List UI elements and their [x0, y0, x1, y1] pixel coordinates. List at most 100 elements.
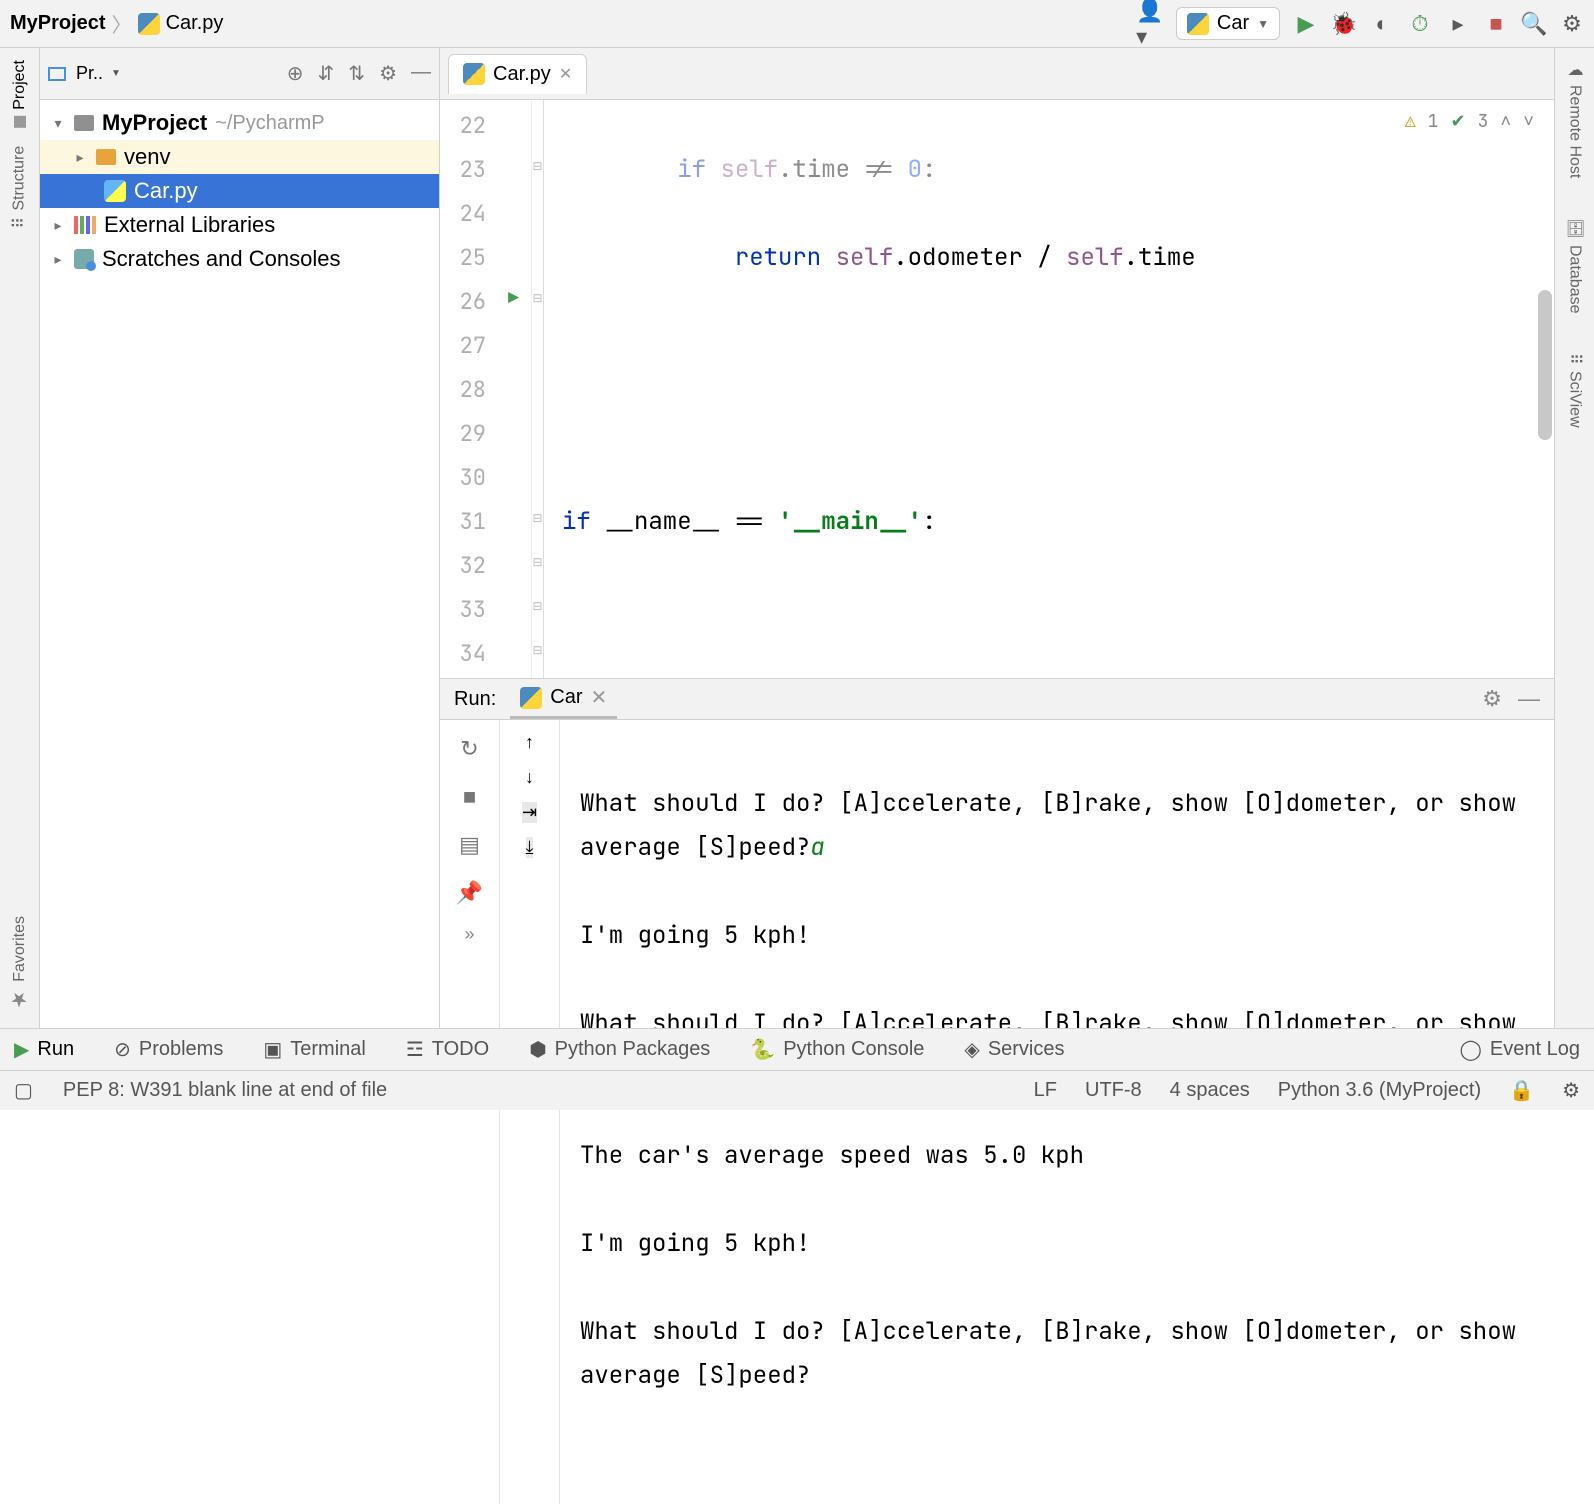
ide-settings-icon[interactable]: ⚙: [1562, 1078, 1580, 1103]
tree-external-libs[interactable]: External Libraries: [40, 208, 439, 242]
windows-icon[interactable]: ▢: [14, 1078, 33, 1103]
tool-database[interactable]: 🗄Database: [1565, 218, 1584, 313]
coverage-icon[interactable]: ◐: [1370, 12, 1394, 36]
close-icon[interactable]: ✕: [559, 64, 572, 84]
more-run-icon[interactable]: ▸: [1446, 12, 1470, 36]
status-interpreter[interactable]: Python 3.6 (MyProject): [1278, 1079, 1481, 1102]
right-tool-strip: ☁Remote Host 🗄Database ⠿SciView: [1554, 48, 1594, 1028]
editor-body[interactable]: 222324 252627 282930 313233 34 ▶ ⊟⊟ ⊟⊟⊟⊟…: [440, 100, 1554, 678]
bottom-problems[interactable]: ⊘Problems: [114, 1037, 223, 1062]
down-icon[interactable]: ↓: [525, 767, 534, 788]
tool-project[interactable]: Project: [11, 60, 29, 128]
run-panel: Run: Car ✕ ⚙ — ↻ ■ ▤ 📌 »: [440, 678, 1554, 1028]
run-tab-car[interactable]: Car ✕: [510, 679, 617, 719]
tree-root[interactable]: MyProject ~/PycharmP: [40, 106, 439, 140]
profile-icon[interactable]: ⏱: [1408, 12, 1432, 36]
status-message[interactable]: PEP 8: W391 blank line at end of file: [63, 1079, 387, 1102]
python-file-icon: [463, 63, 485, 85]
up-icon[interactable]: ↑: [525, 732, 534, 753]
breadcrumb-file[interactable]: Car.py: [166, 12, 224, 35]
fold-gutter[interactable]: ⊟⊟ ⊟⊟⊟⊟: [532, 100, 544, 678]
run-config-name: Car: [1217, 12, 1249, 35]
scratches-icon: [74, 249, 94, 269]
close-icon[interactable]: ✕: [590, 685, 607, 710]
breadcrumb[interactable]: MyProject 〉 Car.py: [10, 9, 223, 38]
project-panel-title[interactable]: Pr..: [76, 63, 121, 84]
project-panel: Pr.. ⊕ ⇵ ⇅ ⚙ — MyProject ~/PycharmP venv: [40, 48, 440, 1028]
tool-sciview[interactable]: ⠿SciView: [1565, 353, 1584, 427]
python-icon: [1187, 13, 1209, 35]
navbar: MyProject 〉 Car.py 👤▾ Car ▶ 🐞 ◐ ⏱ ▸ ■ 🔍 …: [0, 0, 1594, 48]
breadcrumb-project[interactable]: MyProject: [10, 12, 106, 35]
user-icon[interactable]: 👤▾: [1138, 12, 1162, 36]
tree-car-file[interactable]: Car.py: [40, 174, 439, 208]
more-icon[interactable]: »: [464, 924, 474, 945]
soft-wrap-icon[interactable]: ⇥: [522, 802, 537, 823]
folder-icon: [96, 149, 116, 165]
tool-remote-host[interactable]: ☁Remote Host: [1565, 60, 1584, 178]
layout-icon[interactable]: ▤: [453, 828, 487, 862]
bottom-terminal[interactable]: ▣Terminal: [263, 1037, 365, 1062]
stop-icon[interactable]: ■: [453, 780, 487, 814]
run-gutter-icon[interactable]: ▶: [508, 287, 519, 310]
status-bar: ▢ PEP 8: W391 blank line at end of file …: [0, 1070, 1594, 1110]
pin-icon[interactable]: 📌: [453, 876, 487, 910]
bottom-services[interactable]: ◈Services: [964, 1037, 1064, 1062]
next-highlight-icon[interactable]: ˅: [1523, 110, 1534, 133]
minimize-icon[interactable]: —: [411, 61, 431, 86]
gear-icon[interactable]: ⚙: [1482, 686, 1502, 712]
project-tree[interactable]: MyProject ~/PycharmP venv Car.py Externa…: [40, 100, 439, 282]
bottom-tool-bar: ▶Run ⊘Problems ▣Terminal ☲TODO ⬢Python P…: [0, 1028, 1594, 1070]
scroll-end-icon[interactable]: ⤓: [526, 837, 534, 858]
code-area[interactable]: if self.time != 0: return self.odometer …: [544, 100, 1554, 678]
python-file-icon: [138, 13, 160, 35]
status-encoding[interactable]: UTF-8: [1085, 1079, 1142, 1102]
tool-structure[interactable]: ⠿Structure: [10, 146, 29, 229]
editor: Car.py ✕ 222324 252627 282930 313233 34 …: [440, 48, 1554, 1028]
bottom-pyconsole[interactable]: 🐍Python Console: [750, 1037, 924, 1062]
vertical-scrollbar[interactable]: [1538, 290, 1552, 440]
stop-icon[interactable]: ■: [1484, 12, 1508, 36]
rerun-icon[interactable]: ↻: [453, 732, 487, 766]
bottom-pypkg[interactable]: ⬢Python Packages: [529, 1037, 710, 1062]
run-console[interactable]: What should I do? [A]ccelerate, [B]rake,…: [560, 720, 1554, 1504]
status-indent[interactable]: 4 spaces: [1170, 1079, 1250, 1102]
run-toolbar-nav: ↑ ↓ ⇥ ⤓: [500, 720, 560, 1504]
run-toolbar: ↻ ■ ▤ 📌 »: [440, 720, 500, 1504]
tree-venv[interactable]: venv: [40, 140, 439, 174]
check-icon[interactable]: ✔: [1450, 110, 1465, 133]
prev-highlight-icon[interactable]: ˄: [1500, 110, 1511, 133]
settings-icon[interactable]: ⚙: [1560, 12, 1584, 36]
gear-icon[interactable]: ⚙: [379, 61, 397, 86]
status-eol[interactable]: LF: [1034, 1079, 1057, 1102]
navbar-toolbar: 👤▾ Car ▶ 🐞 ◐ ⏱ ▸ ■ 🔍 ⚙: [1138, 7, 1584, 40]
lock-icon[interactable]: 🔒: [1509, 1078, 1534, 1103]
tree-scratches[interactable]: Scratches and Consoles: [40, 242, 439, 276]
warning-icon[interactable]: ⚠: [1405, 110, 1416, 133]
library-icon: [74, 216, 96, 234]
run-config-selector[interactable]: Car: [1176, 7, 1280, 40]
bottom-todo[interactable]: ☲TODO: [406, 1037, 489, 1062]
gutter-icons[interactable]: ▶: [496, 100, 532, 678]
tool-favorites[interactable]: ★Favorites: [8, 916, 32, 1012]
left-tool-strip: Project ⠿Structure ★Favorites: [0, 48, 40, 1028]
folder-icon: [74, 115, 94, 131]
locate-icon[interactable]: ⊕: [287, 61, 304, 86]
line-number-gutter[interactable]: 222324 252627 282930 313233 34: [440, 100, 496, 678]
python-icon: [520, 687, 542, 709]
bottom-run[interactable]: ▶Run: [14, 1037, 74, 1062]
inspection-badges[interactable]: ⚠1 ✔3 ˄ ˅: [1405, 110, 1534, 133]
minimize-icon[interactable]: —: [1518, 686, 1540, 712]
project-panel-header: Pr.. ⊕ ⇵ ⇅ ⚙ —: [40, 48, 439, 100]
project-view-icon: [48, 67, 66, 81]
bottom-eventlog[interactable]: ◯Event Log: [1460, 1037, 1580, 1062]
expand-icon[interactable]: ⇵: [318, 61, 335, 86]
search-icon[interactable]: 🔍: [1522, 12, 1546, 36]
editor-tab-bar: Car.py ✕: [440, 48, 1554, 100]
breadcrumb-separator-icon: 〉: [112, 9, 132, 38]
editor-tab-car[interactable]: Car.py ✕: [448, 54, 587, 94]
python-file-icon: [104, 180, 126, 202]
collapse-icon[interactable]: ⇅: [348, 61, 365, 86]
debug-icon[interactable]: 🐞: [1332, 12, 1356, 36]
run-icon[interactable]: ▶: [1294, 12, 1318, 36]
